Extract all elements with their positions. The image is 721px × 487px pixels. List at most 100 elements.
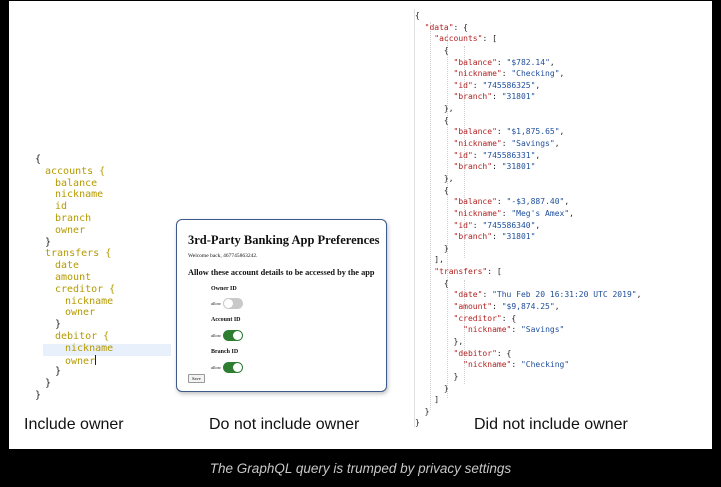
json-line: "nickname": "Meg's Amex", (415, 208, 700, 220)
query-token: } (45, 236, 52, 248)
json-punct: , (535, 80, 541, 90)
json-punct: }, (415, 104, 454, 114)
json-punct: , (559, 69, 565, 79)
json-line: ], (415, 254, 700, 266)
query-line: } (35, 390, 175, 402)
json-key: "branch" (453, 92, 493, 102)
query-line: } (35, 366, 175, 378)
json-line: "nickname": "Checking" (415, 359, 700, 371)
json-punct: : (496, 127, 507, 137)
json-line: "debitor": { (415, 348, 700, 360)
branch-id-label: Branch ID (211, 349, 239, 355)
json-key: "data" (424, 22, 454, 32)
query-token: nickname (65, 295, 114, 307)
json-key: "nickname" (453, 208, 502, 218)
json-line: "balance": "$782.14", (415, 57, 700, 69)
json-line: { (415, 45, 700, 57)
welcome-text: Welcome back, 467745863242. (188, 253, 258, 259)
json-punct (415, 349, 454, 358)
query-line: branch (35, 213, 175, 225)
json-punct (415, 162, 454, 171)
json-punct (415, 314, 454, 323)
json-punct (415, 221, 454, 230)
json-line: } (415, 243, 700, 255)
json-line: { (415, 278, 700, 290)
json-punct: }, (415, 173, 454, 183)
json-value: "745586331" (482, 150, 536, 160)
json-punct: }, (415, 336, 464, 346)
json-line: "data": { (415, 22, 700, 34)
json-line: }, (415, 103, 700, 115)
json-punct (415, 127, 454, 136)
toggle-knob (233, 363, 242, 372)
access-question: Allow these account details to be access… (188, 268, 375, 277)
json-line: { (415, 185, 700, 197)
json-punct: } (415, 243, 449, 253)
graphql-query-editor[interactable]: {accounts {balance nickname id branch owner}… (35, 154, 175, 402)
save-button[interactable]: Save (188, 374, 205, 383)
json-value: "Thu Feb 20 16:31:20 UTC 2019" (492, 290, 637, 300)
json-punct: , (554, 139, 560, 149)
json-key: "branch" (453, 232, 493, 242)
query-token: owner (65, 355, 96, 367)
json-key: "transfers" (434, 267, 488, 277)
json-punct: , (554, 302, 560, 312)
json-line: "branch": "31801" (415, 231, 700, 243)
json-value: "Savings" (511, 139, 555, 149)
dialog-title: 3rd-Party Banking App Preferences (188, 233, 380, 247)
json-punct: : (492, 232, 502, 242)
json-punct: { (415, 278, 449, 288)
caption-do-not-include-owner: Do not include owner (209, 416, 360, 433)
json-punct: } (415, 383, 449, 393)
json-punct (415, 81, 454, 90)
json-punct: : (492, 162, 502, 172)
account-id-toggle[interactable] (223, 330, 243, 341)
json-value: "31801" (501, 162, 536, 172)
json-punct: : (501, 208, 512, 218)
json-key: "balance" (453, 57, 497, 67)
json-line: { (415, 115, 700, 127)
json-response-viewer[interactable]: { "data": { "accounts": [ { "balance": "… (415, 10, 700, 427)
json-line: "amount": "$9,874.25", (415, 301, 700, 313)
branch-id-toggle[interactable] (223, 362, 243, 373)
json-line: "id": "745586325", (415, 80, 700, 92)
json-punct: : (496, 197, 507, 207)
branch-id-allow-label: allow (211, 365, 221, 370)
json-punct: : (472, 80, 483, 90)
owner-id-toggle[interactable] (223, 298, 243, 309)
json-punct (415, 267, 434, 276)
json-punct: : (511, 360, 521, 370)
json-punct: : (482, 290, 493, 300)
query-line: owner (35, 354, 175, 367)
json-line: "accounts": [ (415, 33, 700, 45)
json-punct (415, 58, 454, 67)
caption-did-not-include-owner: Did not include owner (474, 416, 628, 433)
query-token: id (55, 201, 68, 213)
json-punct: : (472, 150, 483, 160)
query-line: accounts { (35, 166, 175, 178)
json-punct: , (559, 127, 565, 137)
json-punct: : { (453, 22, 468, 32)
json-punct (415, 34, 434, 43)
json-punct (415, 151, 454, 160)
json-punct: , (636, 290, 642, 300)
json-key: "id" (453, 150, 473, 160)
json-key: "date" (453, 290, 483, 300)
query-line: nickname (35, 296, 175, 308)
query-token: debitor { (55, 330, 110, 342)
query-line: { (35, 154, 175, 166)
query-token: owner (65, 307, 96, 319)
query-token: transfers { (45, 248, 112, 260)
query-line: id (35, 201, 175, 213)
query-token: nickname (55, 189, 104, 201)
json-punct: { (415, 185, 449, 195)
json-line: "branch": "31801" (415, 161, 700, 173)
json-punct (415, 92, 454, 101)
json-punct: { (415, 11, 420, 20)
json-punct: { (415, 45, 449, 55)
query-line: owner (35, 307, 175, 319)
json-punct: , (549, 57, 555, 67)
json-value: "Savings" (520, 325, 565, 335)
json-key: "balance" (453, 127, 497, 137)
json-value: "$1,875.65" (506, 127, 560, 137)
